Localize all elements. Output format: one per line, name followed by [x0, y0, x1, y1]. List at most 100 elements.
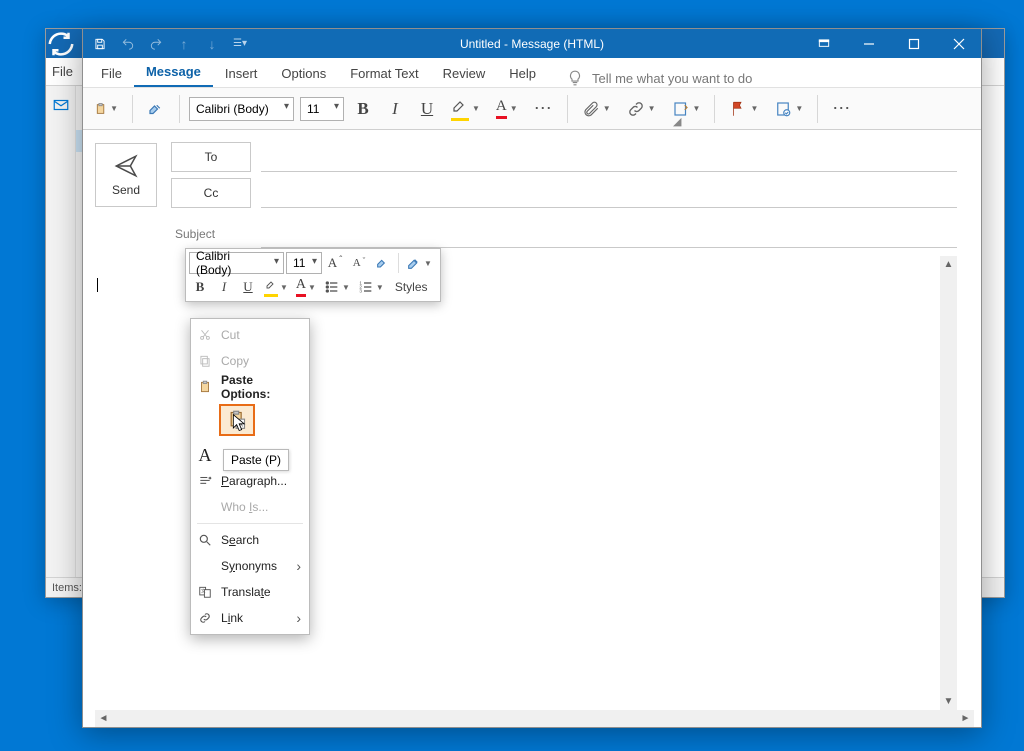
tab-insert[interactable]: Insert: [213, 59, 270, 87]
mini-format-painter[interactable]: [372, 252, 394, 274]
grow-font-button[interactable]: Aˆ: [324, 252, 346, 274]
bold-button[interactable]: B: [350, 95, 376, 123]
svg-text:文: 文: [201, 588, 206, 595]
tab-message[interactable]: Message: [134, 57, 213, 87]
cm-synonyms[interactable]: Synonyms: [191, 553, 309, 579]
titlebar: ↑ ↓ ☰▾ Untitled - Message (HTML): [83, 29, 981, 58]
who-is-icon: [197, 499, 213, 515]
cm-search[interactable]: Search: [191, 527, 309, 553]
attach-file-button[interactable]: ▼: [577, 95, 616, 123]
cm-copy-label: Copy: [221, 354, 249, 368]
undo-icon[interactable]: [115, 31, 141, 57]
italic-button[interactable]: I: [382, 95, 408, 123]
cm-link-label: Link: [221, 611, 243, 625]
cut-icon: [197, 327, 213, 343]
scroll-right-icon[interactable]: ►: [957, 713, 974, 724]
paste-icon: [197, 379, 213, 395]
font-color-button[interactable]: A▼: [491, 95, 523, 123]
search-icon: [197, 532, 213, 548]
lightbulb-icon: [566, 69, 584, 87]
cm-paragraph[interactable]: Paragraph...: [191, 468, 309, 494]
mini-underline[interactable]: U: [237, 276, 259, 298]
to-field[interactable]: [261, 142, 957, 172]
send-button[interactable]: Send: [95, 143, 157, 207]
svg-text:3: 3: [359, 288, 362, 293]
scroll-down-icon[interactable]: ▼: [940, 693, 957, 710]
subject-label: Subject: [171, 217, 251, 245]
paste-button[interactable]: ▼: [89, 95, 123, 123]
cm-cut: Cut: [191, 322, 309, 348]
underline-button[interactable]: U: [414, 95, 440, 123]
paste-keep-text-button[interactable]: A: [219, 404, 255, 436]
mini-bold[interactable]: B: [189, 276, 211, 298]
tab-format-text[interactable]: Format Text: [338, 59, 430, 87]
to-button[interactable]: To: [171, 142, 251, 172]
more-formatting-button[interactable]: ⋯: [529, 95, 558, 123]
cm-translate[interactable]: 文 Translate: [191, 579, 309, 605]
maximize-button[interactable]: [891, 29, 936, 58]
tab-review[interactable]: Review: [431, 59, 498, 87]
mini-styles-label[interactable]: Styles: [389, 280, 434, 294]
mini-font-color[interactable]: A▼: [293, 276, 319, 298]
cursor-icon: [230, 413, 250, 433]
cm-cut-label: Cut: [221, 328, 240, 342]
save-icon[interactable]: [87, 31, 113, 57]
tell-me-search[interactable]: Tell me what you want to do: [566, 69, 752, 87]
link-icon: [197, 610, 213, 626]
mini-toolbar: Calibri (Body) 11 Aˆ Aˇ ▼ B I U ▼ A▼ ▼ 1…: [185, 248, 441, 302]
send-label: Send: [112, 183, 140, 197]
cm-paragraph-label: Paragraph...: [221, 474, 287, 488]
tab-help[interactable]: Help: [497, 59, 548, 87]
qat-customize-icon[interactable]: ☰▾: [227, 31, 253, 57]
mini-italic[interactable]: I: [213, 276, 235, 298]
tab-options[interactable]: Options: [269, 59, 338, 87]
mini-numbering[interactable]: 123▼: [355, 276, 387, 298]
bg-tab-file[interactable]: File: [52, 64, 73, 79]
mini-styles-button[interactable]: ▼: [403, 252, 435, 274]
redo-icon[interactable]: [143, 31, 169, 57]
text-caret: [97, 278, 98, 292]
cm-translate-label: Translate: [221, 585, 271, 599]
send-icon: [113, 153, 139, 179]
scroll-left-icon[interactable]: ◄: [95, 713, 112, 724]
vertical-scrollbar[interactable]: ▲ ▼: [940, 256, 957, 710]
ribbon-tabs: File Message Insert Options Format Text …: [83, 58, 981, 88]
cc-button[interactable]: Cc: [171, 178, 251, 208]
ribbon-display-icon[interactable]: [801, 29, 846, 58]
synonyms-icon: [197, 558, 213, 574]
ribbon-overflow-button[interactable]: ⋯: [827, 95, 856, 123]
font-name-select[interactable]: Calibri (Body): [189, 97, 294, 121]
scroll-up-icon[interactable]: ▲: [940, 256, 957, 273]
follow-up-button[interactable]: ▼: [724, 95, 763, 123]
link-button[interactable]: ▼: [622, 95, 661, 123]
tab-file[interactable]: File: [89, 59, 134, 87]
mail-icon[interactable]: [52, 96, 70, 114]
paragraph-icon: [197, 473, 213, 489]
mini-bullets[interactable]: ▼: [321, 276, 353, 298]
context-menu: Cut Copy Paste Options: A Paste (P) A x …: [190, 318, 310, 635]
mini-font-name[interactable]: Calibri (Body): [189, 252, 284, 274]
assign-policy-button[interactable]: ▼: [769, 95, 808, 123]
cm-who-is-label: Who Is...: [221, 500, 268, 514]
mini-highlight[interactable]: ▼: [261, 276, 291, 298]
highlight-button[interactable]: ▼: [446, 95, 485, 123]
down-icon[interactable]: ↓: [199, 31, 225, 57]
copy-icon: [197, 353, 213, 369]
shrink-font-button[interactable]: Aˇ: [348, 252, 370, 274]
mini-font-size[interactable]: 11: [286, 252, 322, 274]
cm-link[interactable]: Link: [191, 605, 309, 631]
translate-icon: 文: [197, 584, 213, 600]
minimize-button[interactable]: [846, 29, 891, 58]
format-painter-button[interactable]: [142, 95, 170, 123]
font-size-select[interactable]: 11: [300, 97, 344, 121]
close-button[interactable]: [936, 29, 981, 58]
cc-field[interactable]: [261, 178, 957, 208]
cm-copy: Copy: [191, 348, 309, 374]
horizontal-scrollbar[interactable]: ◄ ►: [95, 710, 974, 727]
up-icon[interactable]: ↑: [171, 31, 197, 57]
font-icon: A: [197, 447, 213, 463]
sync-icon[interactable]: [46, 29, 76, 58]
cm-paste-options-heading: Paste Options:: [191, 374, 309, 400]
subject-field[interactable]: [261, 222, 957, 248]
dialog-launcher-icon[interactable]: ◢: [673, 115, 685, 127]
